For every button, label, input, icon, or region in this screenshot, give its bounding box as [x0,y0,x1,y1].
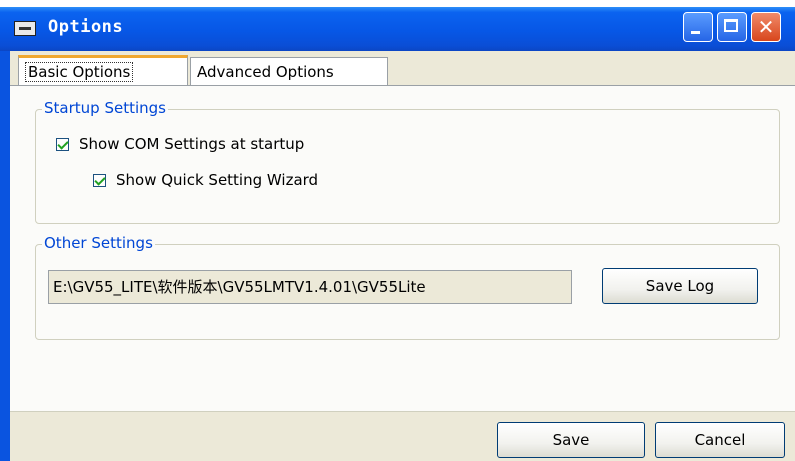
other-settings-group: Other Settings E:\GV55_LITE\软件版本\GV55LMT… [35,234,780,340]
save-log-button[interactable]: Save Log [602,268,758,304]
show-com-settings-label: Show COM Settings at startup [79,135,305,153]
tab-panel: Startup Settings Show COM Settings at st… [10,85,795,411]
startup-settings-legend: Startup Settings [42,99,168,117]
minimize-button[interactable] [683,12,713,42]
dialog-client-area: Basic Options Advanced Options Startup S… [10,51,795,461]
footer-divider [10,411,795,412]
close-button[interactable]: ✕ [751,12,781,42]
close-icon: ✕ [757,15,775,39]
tab-basic-options-label: Basic Options [25,62,134,82]
log-path-field[interactable]: E:\GV55_LITE\软件版本\GV55LMTV1.4.01\GV55Lit… [48,270,572,304]
window-menu-icon[interactable] [14,21,36,36]
cancel-button[interactable]: Cancel [655,422,785,458]
show-quick-wizard-label: Show Quick Setting Wizard [116,171,319,189]
show-com-settings-checkbox[interactable] [56,137,69,151]
startup-settings-group: Startup Settings Show COM Settings at st… [35,99,780,224]
title-bar[interactable]: Options ✕ [0,7,795,51]
window-title: Options [48,17,124,37]
tab-advanced-options[interactable]: Advanced Options [190,57,388,85]
tab-advanced-options-label: Advanced Options [197,63,334,81]
maximize-button[interactable] [717,12,747,42]
tab-basic-options[interactable]: Basic Options [18,55,188,85]
show-com-settings-option[interactable]: Show COM Settings at startup [56,135,304,153]
show-quick-wizard-checkbox[interactable] [93,173,106,187]
save-button[interactable]: Save [497,422,645,458]
show-quick-wizard-option[interactable]: Show Quick Setting Wizard [93,171,318,189]
options-dialog: Options ✕ Basic Options Advanced Options… [0,7,795,461]
other-settings-legend: Other Settings [42,234,155,252]
